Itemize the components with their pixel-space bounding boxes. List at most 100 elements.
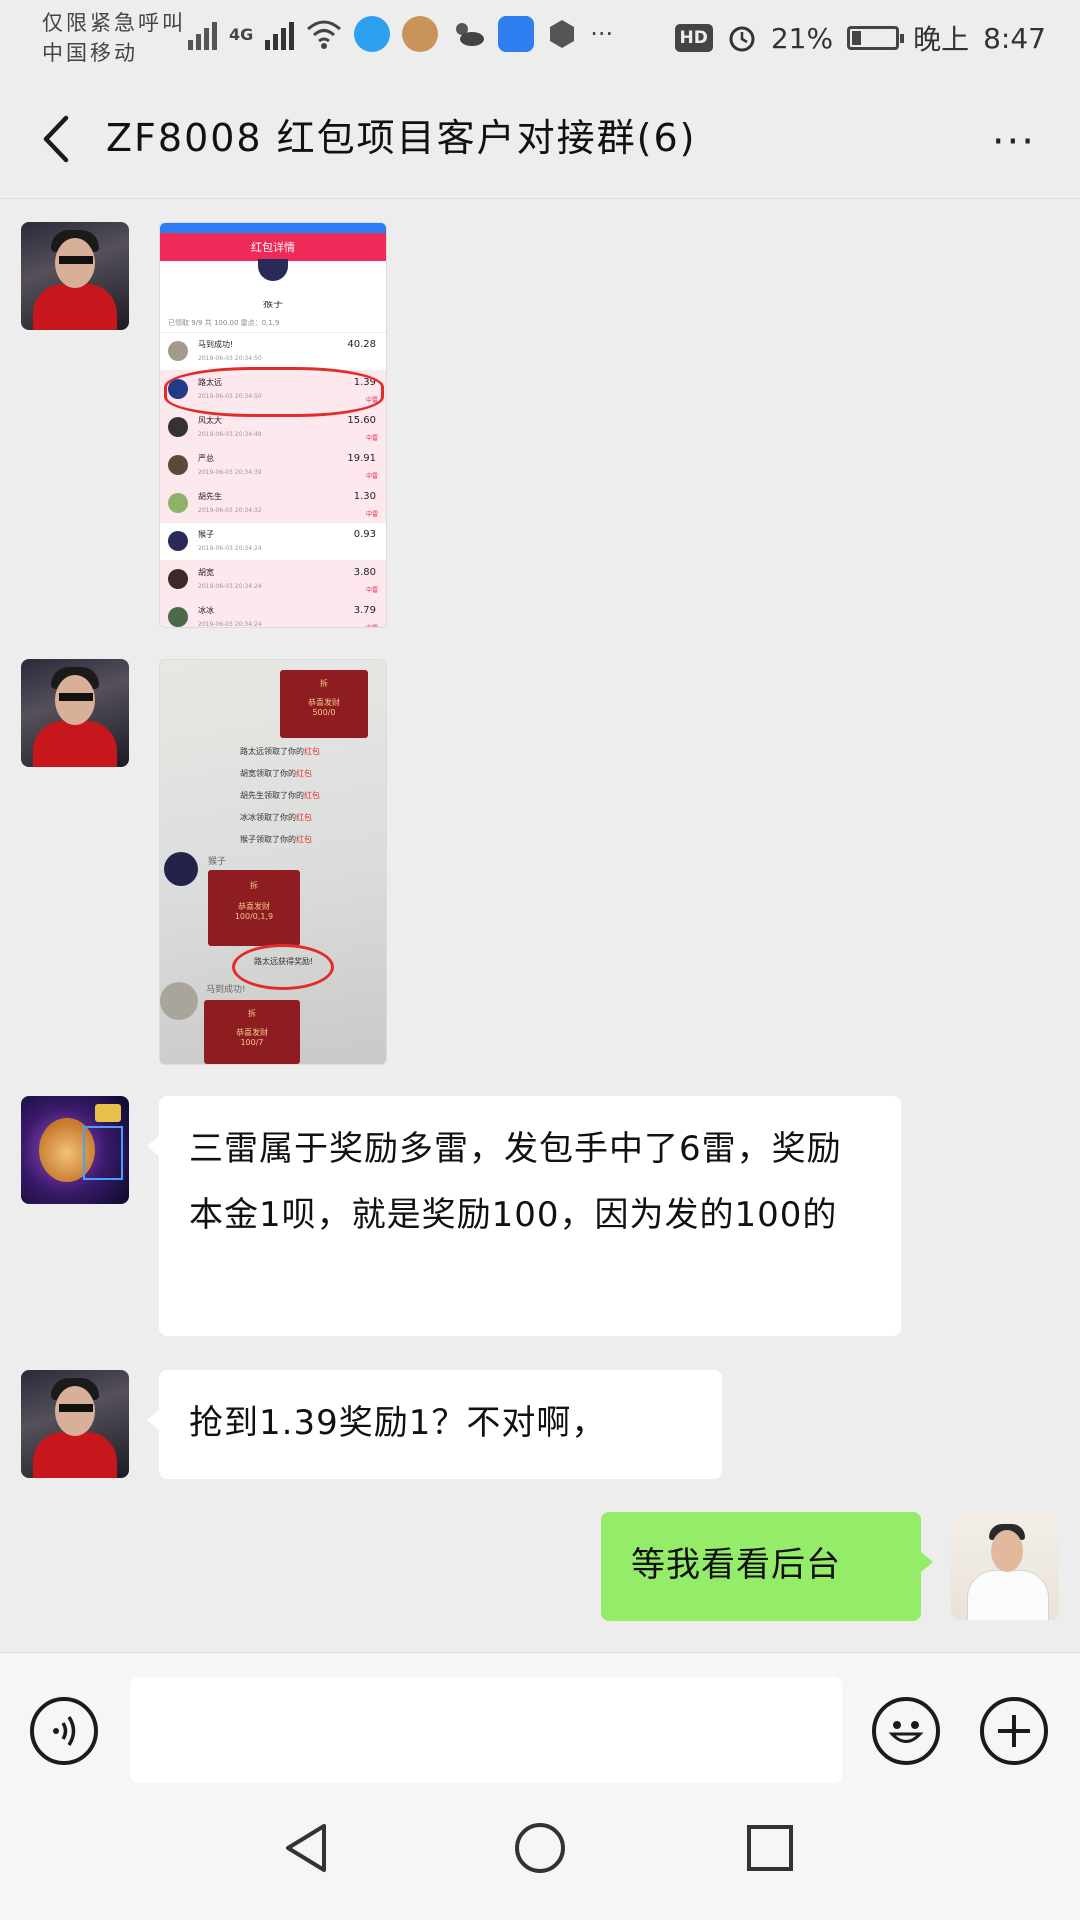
row-tag: 中雷: [365, 473, 378, 480]
row-time: 2019-06-03 20:34:50: [198, 355, 262, 362]
battery-level: [852, 31, 862, 45]
avatar[interactable]: [21, 1096, 129, 1204]
row-avatar: [168, 417, 188, 437]
signal-icon-sim1: [188, 18, 217, 50]
app-notification-icon-2: [402, 16, 439, 52]
carrier-line2: 中国移动: [42, 41, 138, 65]
sender-name-2: 马到成功!: [206, 985, 246, 995]
alarm-icon: [729, 26, 755, 52]
emoji-button[interactable]: [872, 1697, 940, 1765]
claim-notice: 胡宽领取了你的红包: [240, 769, 312, 778]
my-avatar[interactable]: [951, 1512, 1059, 1620]
row-amount: 15.60: [347, 415, 376, 426]
more-functions-button[interactable]: [980, 1697, 1048, 1765]
claim-notice: 胡先生领取了你的红包: [240, 791, 320, 800]
nav-recents-icon[interactable]: [740, 1818, 800, 1878]
claim-notice: 冰冰领取了你的红包: [240, 813, 312, 822]
row-name: 严总: [198, 454, 214, 463]
row-name: 风太大: [198, 416, 222, 425]
row-time: 2019-06-03 20:34:32: [198, 507, 262, 514]
row-name: 马到成功!: [198, 340, 234, 349]
sender-avatar-1: [164, 852, 198, 886]
highlight-circle: [164, 367, 384, 417]
system-nav-bar: [0, 1788, 1080, 1920]
sender-name-1: 猴子: [208, 857, 227, 867]
row-time: 2019-06-03 20:34:39: [198, 469, 262, 476]
voice-input-button[interactable]: [30, 1697, 98, 1765]
nav-home-icon[interactable]: [510, 1818, 570, 1878]
row-avatar: [168, 493, 188, 513]
carrier-info: 仅限紧急呼叫 中国移动: [42, 8, 186, 68]
row-amount: 3.79: [353, 605, 376, 616]
wifi-icon: [307, 20, 342, 49]
time-prefix: 晚上: [913, 23, 970, 56]
battery-icon: [847, 26, 905, 50]
image-message-redpacket-chat[interactable]: 拆 恭喜发财 500/0 路太远领取了你的红包 胡宽领取了你的红包 胡先生领取了你的…: [159, 659, 387, 1065]
detail-row: 胡宽 2019-06-03 20:34:24 3.80 中雷: [160, 560, 386, 598]
row-name: 冰冰: [198, 606, 214, 615]
row-avatar: [168, 455, 188, 475]
row-amount: 3.80: [353, 567, 376, 578]
avatar[interactable]: [21, 222, 129, 330]
more-options-icon[interactable]: ···: [992, 122, 1036, 162]
back-arrow-icon[interactable]: [36, 114, 80, 164]
nav-back-icon[interactable]: [278, 1818, 338, 1878]
claim-notice: 猴子领取了你的红包: [240, 835, 312, 844]
row-amount: 19.91: [347, 453, 376, 464]
chat-title-bar: ZF8008 红包项目客户对接群(6) ···: [0, 80, 1080, 199]
claim-notice: 路太远领取了你的红包: [240, 747, 320, 756]
row-tag: 中雷: [366, 623, 378, 627]
redpacket-bottom: 拆 恭喜发财 100/7: [204, 1000, 300, 1064]
status-bar: 仅限紧急呼叫 中国移动 4G ··· HD 21% 晚上 8:47: [0, 0, 1080, 80]
row-amount: 1.30: [353, 491, 376, 502]
signal-icon-sim2: [265, 18, 295, 50]
input-bar: [0, 1652, 1080, 1789]
row-time: 2019-06-03 20:34:24: [198, 545, 262, 552]
avatar[interactable]: [21, 659, 129, 767]
detail-row: 严总 2019-06-03 20:34:39 19.91 中雷: [160, 446, 386, 484]
plus-icon: [998, 1715, 1030, 1747]
status-icons-right: HD 21% 晚上 8:47: [674, 18, 1046, 58]
row-tag: 中雷: [365, 511, 378, 518]
row-time: 2019-06-03 20:34:24: [198, 621, 262, 628]
detail-row: 马到成功! 2019-06-03 20:34:50 40.28: [160, 332, 386, 370]
network-type: 4G: [229, 24, 254, 44]
more-notifications-icon: ···: [590, 20, 614, 48]
row-name: 猴子: [198, 530, 214, 539]
row-amount: 40.28: [347, 339, 376, 350]
row-avatar: [168, 607, 188, 627]
clock-time: 8:47: [983, 21, 1046, 55]
weather-icon: [456, 23, 485, 46]
row-name: 胡宽: [198, 568, 214, 577]
highlight-circle: [232, 944, 334, 990]
status-icons-left: 4G ···: [188, 16, 613, 52]
app-notification-icon-3: [498, 16, 535, 52]
carrier-line1: 仅限紧急呼叫: [42, 11, 186, 35]
redpacket-middle: 拆 恭喜发财 100/0,1,9: [208, 870, 300, 946]
sender-avatar-2: [160, 982, 198, 1020]
row-tag: 中雷: [365, 587, 378, 594]
row-amount: 0.93: [353, 529, 376, 540]
image-message-redpacket-details[interactable]: 红包详情 猴子 已领取 9/9 共 100.00 雷点：0,1,9 马到成功! 2…: [159, 222, 387, 628]
row-avatar: [168, 341, 188, 361]
detail-row: 猴子 2019-06-03 20:34:24 0.93: [160, 522, 386, 560]
screenshot-summary: 已领取 9/9 共 100.00 雷点：0,1,9: [168, 319, 280, 327]
message-input[interactable]: [130, 1677, 842, 1783]
text-message[interactable]: 抢到1.39奖励1？不对啊，: [147, 1370, 722, 1479]
app-notification-icon-1: [354, 16, 391, 52]
battery-percent: 21%: [770, 21, 834, 55]
detail-row: 胡先生 2019-06-03 20:34:32 1.30 中雷: [160, 484, 386, 522]
voice-icon: [53, 1716, 76, 1746]
detail-row: 冰冰 2019-06-03 20:34:24 3.79 中雷: [160, 598, 386, 628]
app-notification-icon-4: [550, 20, 575, 48]
row-time: 2019-06-03 20:34:24: [198, 583, 262, 590]
text-message[interactable]: 三雷属于奖励多雷，发包手中了6雷，奖励本金1呗，就是奖励100，因为发的100的: [147, 1096, 901, 1336]
text-message-sent[interactable]: 等我看看后台: [601, 1512, 933, 1621]
row-time: 2019-06-03 20:34:48: [198, 431, 262, 438]
hd-badge: HD: [674, 24, 713, 52]
avatar[interactable]: [21, 1370, 129, 1478]
smiley-icon: [888, 1721, 924, 1743]
chat-title: ZF8008 红包项目客户对接群(6): [106, 116, 697, 160]
row-name: 胡先生: [198, 492, 222, 501]
row-avatar: [168, 531, 188, 551]
